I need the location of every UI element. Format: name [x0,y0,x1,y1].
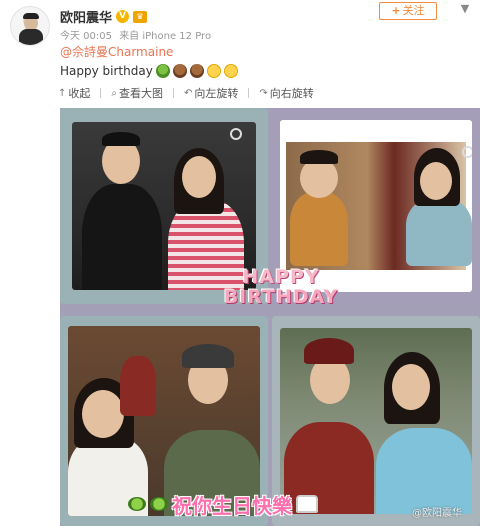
avatar-cap [23,13,39,19]
arrow-up-icon: ↑ [58,87,67,99]
drama-scene [286,142,472,270]
man-figure [82,184,162,290]
view-large-button[interactable]: ⌕ 查看大图 [111,85,163,101]
photo-party [72,122,256,290]
magnifier-icon: ⌕ [111,87,117,99]
rotate-left-button[interactable]: ↶ 向左旋转 [184,85,238,101]
post-text: Happy birthday [60,64,153,78]
verified-icon: V [116,10,130,23]
post-image[interactable]: HAPPY BIRTHDAY 祝你生日快樂 @欧阳震华 [60,108,480,526]
rotate-right-label: 向右旋转 [269,87,314,100]
woman-head [420,162,452,200]
mention-link[interactable]: @佘詩曼Charmaine [60,44,238,60]
banner-line-1: HAPPY [242,266,320,288]
cake-emoji-icon [189,64,204,78]
man-head [300,158,338,198]
rotate-left-icon: ↶ [184,87,193,99]
woman-head [182,156,216,198]
avatar-suit [19,29,43,45]
birthday-banner: HAPPY BIRTHDAY [186,266,376,318]
plus-icon: + [391,4,401,17]
name-row: 欧阳震华 V ♛ [60,7,148,26]
rotate-right-button[interactable]: ↷ 向右旋转 [259,85,313,101]
collapse-label: 收起 [68,87,91,100]
zoom-icon [230,128,242,140]
crown-icon: ♛ [133,10,148,23]
banner-line-2: BIRTHDAY [223,286,339,308]
post-time[interactable]: 今天 00:05 [60,31,112,42]
cake-icon [296,495,318,513]
chevron-down-icon[interactable]: ▼ [458,2,472,16]
image-toolbar: ↑ 收起 ⌕ 查看大图 ↶ 向左旋转 ↷ 向右旋转 [58,84,478,102]
post-text-line: Happy birthday [60,63,238,79]
wish-text: 祝你生日快樂 [172,493,292,518]
woman-head [392,364,430,410]
smiley-emoji-icon [223,64,238,78]
cap-shape [102,132,140,146]
post-source: 来自 iPhone 12 Pro [119,31,212,42]
rotate-right-icon: ↷ [259,87,268,99]
follow-label: 关注 [402,4,425,17]
man-hat [304,338,354,364]
snake-icon [150,497,168,511]
post-meta: 今天 00:05 来自 iPhone 12 Pro [60,27,215,42]
weibo-post: 欧阳震华 V ♛ 今天 00:05 来自 iPhone 12 Pro + 关注 ▼… [0,0,480,526]
rotate-left-label: 向左旋转 [194,87,239,100]
view-large-label: 查看大图 [119,87,163,100]
divider [100,88,102,98]
birthday-wish: 祝你生日快樂 [128,488,428,520]
avatar[interactable] [10,6,50,46]
divider [173,88,174,98]
collapse-button[interactable]: ↑ 收起 [58,85,90,101]
background-figure [120,356,156,416]
snake-emoji-icon [155,64,170,78]
woman-head [82,390,124,438]
smiley-emoji-icon [206,64,221,78]
photo-drama-3 [280,328,472,514]
man-hat [182,344,234,368]
zoom-icon [462,146,472,158]
follow-button[interactable]: + 关注 [379,2,437,20]
user-name[interactable]: 欧阳震华 [60,7,112,26]
man-hair [300,150,338,164]
watermark: @欧阳震华 [412,508,462,519]
divider [248,88,250,98]
woman-robe [406,198,472,266]
post-content: @佘詩曼Charmaine Happy birthday [60,44,238,79]
snake-icon [128,497,146,511]
man-robe [290,192,348,266]
cake-emoji-icon [172,64,187,78]
